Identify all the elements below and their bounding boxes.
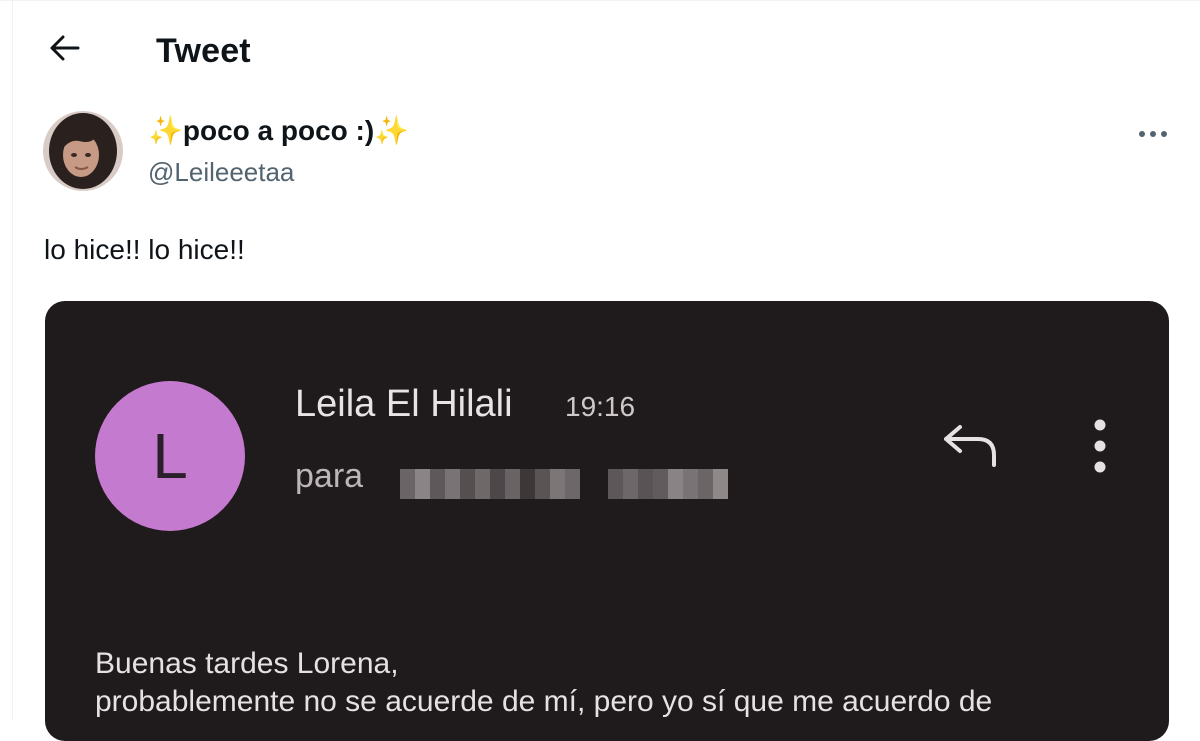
email-body-line: Buenas tardes Lorena, bbox=[95, 647, 399, 680]
tweet-media-image[interactable]: L Leila El Hilali 19:16 para Buenas tard… bbox=[45, 301, 1169, 741]
blurred-recipient bbox=[400, 469, 580, 499]
page-header: Tweet bbox=[13, 2, 1200, 102]
more-horizontal-icon bbox=[1139, 131, 1167, 137]
blurred-recipient bbox=[608, 469, 728, 499]
tweet-text: lo hice!! lo hice!! bbox=[44, 234, 245, 265]
sparkles-emoji: ✨ bbox=[374, 115, 410, 146]
sender-avatar: L bbox=[95, 381, 245, 531]
sparkles-emoji: ✨ bbox=[148, 115, 183, 146]
top-divider bbox=[0, 0, 1200, 1]
author-avatar[interactable] bbox=[43, 111, 123, 191]
tweet-more-button[interactable] bbox=[1130, 117, 1176, 151]
author-handle[interactable]: @Leileeetaa bbox=[148, 157, 294, 188]
recipient-label: para bbox=[295, 457, 364, 495]
email-body: Buenas tardes Lorena, probablemente no s… bbox=[95, 645, 1155, 721]
page-title: Tweet bbox=[156, 32, 251, 70]
sender-name: Leila El Hilali bbox=[295, 383, 513, 425]
back-button[interactable] bbox=[45, 28, 85, 68]
email-body-line: probablemente no se acuerde de mí, pero … bbox=[95, 685, 993, 718]
column-border bbox=[12, 0, 13, 720]
sender-time: 19:16 bbox=[565, 391, 636, 422]
arrow-left-icon bbox=[50, 35, 80, 61]
more-vertical-icon[interactable] bbox=[1087, 419, 1113, 473]
author-name-text: poco a poco :) bbox=[182, 115, 375, 146]
reply-arrow-icon[interactable] bbox=[940, 419, 1000, 469]
author-display-name[interactable]: ✨poco a poco :)✨ bbox=[148, 114, 409, 147]
